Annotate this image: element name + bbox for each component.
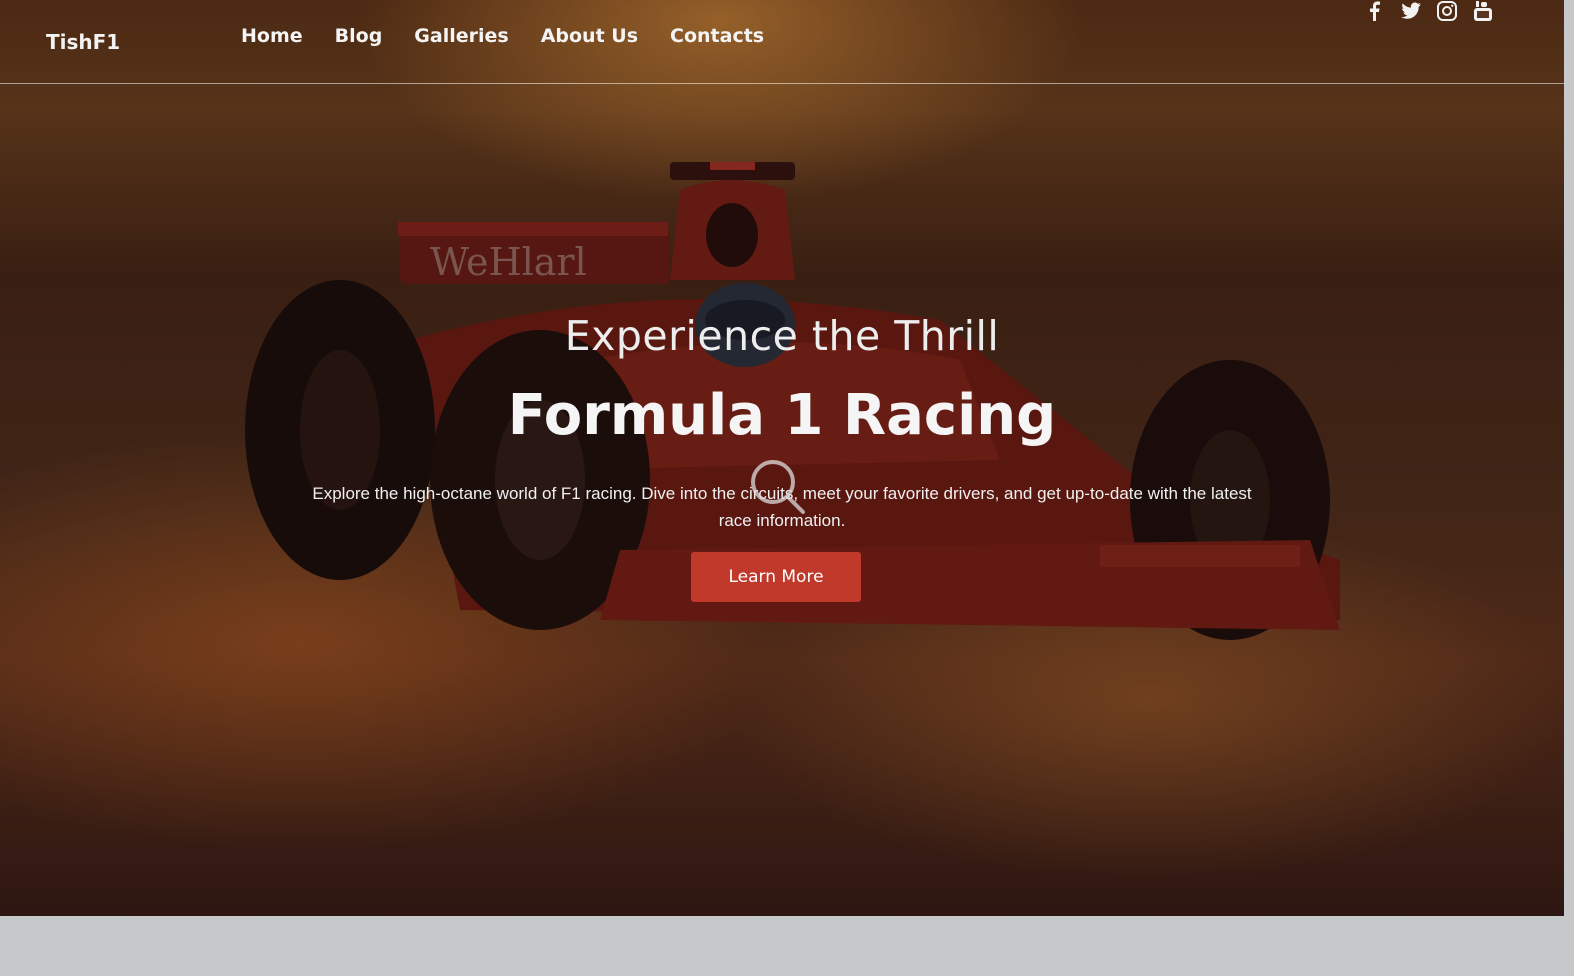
hero-subtitle: Experience the Thrill	[564, 312, 1000, 360]
nav-galleries[interactable]: Galleries	[414, 25, 508, 47]
nav-about-us[interactable]: About Us	[541, 25, 638, 47]
site-header: TishF1 Home Blog Galleries About Us Cont…	[0, 0, 1564, 84]
instagram-icon[interactable]	[1436, 0, 1458, 22]
next-section-band	[0, 916, 1574, 976]
main-nav: Home Blog Galleries About Us Contacts	[241, 25, 764, 47]
facebook-icon[interactable]	[1364, 0, 1386, 22]
twitter-icon[interactable]	[1400, 0, 1422, 22]
site-logo-text[interactable]: TishF1	[46, 30, 120, 54]
nav-blog[interactable]: Blog	[335, 25, 383, 47]
youtube-icon[interactable]	[1472, 0, 1494, 22]
nav-contacts[interactable]: Contacts	[670, 25, 764, 47]
social-links	[1364, 0, 1494, 22]
hero-title: Formula 1 Racing	[507, 383, 1057, 448]
nav-home[interactable]: Home	[241, 25, 303, 47]
search-icon[interactable]	[745, 454, 809, 518]
learn-more-button[interactable]: Learn More	[691, 552, 861, 602]
